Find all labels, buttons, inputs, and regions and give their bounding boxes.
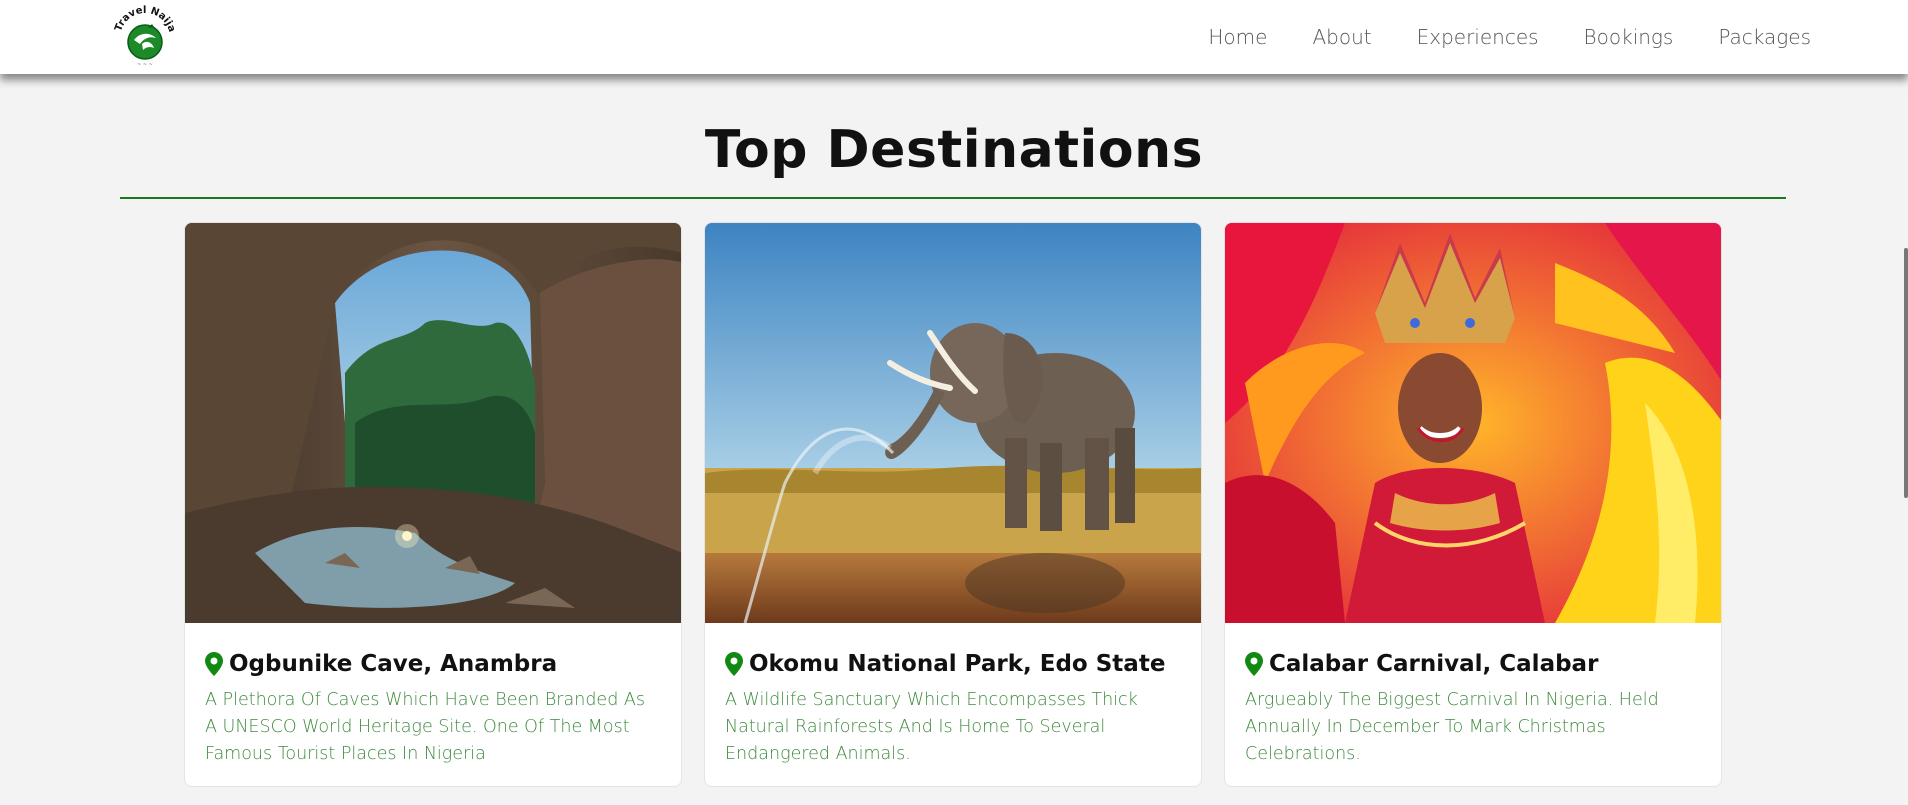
card-description: A Plethora Of Caves Which Have Been Bran… xyxy=(205,690,645,764)
section-title: Top Destinations xyxy=(704,120,1204,180)
card-description: Argueably The Biggest Carnival In Nigeri… xyxy=(1245,690,1659,764)
carnival-photo xyxy=(1225,223,1721,623)
page-scrollbar[interactable] xyxy=(1904,248,1908,498)
destination-card-calabar[interactable]: Calabar Carnival, Calabar Argueably The … xyxy=(1224,222,1722,787)
card-title: Okomu National Park, Edo State xyxy=(749,651,1166,677)
nav-experiences[interactable]: Experiences xyxy=(1417,25,1539,49)
nav-home[interactable]: Home xyxy=(1208,25,1267,49)
card-title: Calabar Carnival, Calabar xyxy=(1269,651,1599,677)
location-pin-icon xyxy=(725,652,743,676)
nav-packages[interactable]: Packages xyxy=(1718,25,1811,49)
travel-naija-logo[interactable]: Travel Naija ~ ~ ~ xyxy=(110,4,180,70)
location-pin-icon xyxy=(205,652,223,676)
destination-card-ogbunike[interactable]: Ogbunike Cave, Anambra A Plethora Of Cav… xyxy=(184,222,682,787)
top-navbar: Travel Naija ~ ~ ~ Home About Experience… xyxy=(0,0,1908,74)
card-description: A Wildlife Sanctuary Which Encompasses T… xyxy=(725,690,1138,764)
main-navigation: Home About Experiences Bookings Packages xyxy=(1163,0,1811,74)
nav-bookings[interactable]: Bookings xyxy=(1584,25,1674,49)
card-title: Ogbunike Cave, Anambra xyxy=(229,651,558,677)
cave-photo xyxy=(185,223,681,623)
destination-card-okomu[interactable]: Okomu National Park, Edo State A Wildlif… xyxy=(704,222,1202,787)
logo-emblem-icon: Travel Naija ~ ~ ~ xyxy=(113,5,177,68)
title-divider xyxy=(120,197,1786,199)
destination-cards: Ogbunike Cave, Anambra A Plethora Of Cav… xyxy=(184,222,1722,787)
location-pin-icon xyxy=(1245,652,1263,676)
elephant-photo xyxy=(705,223,1201,623)
nav-about[interactable]: About xyxy=(1312,25,1371,49)
svg-text:~ ~ ~: ~ ~ ~ xyxy=(137,62,153,68)
